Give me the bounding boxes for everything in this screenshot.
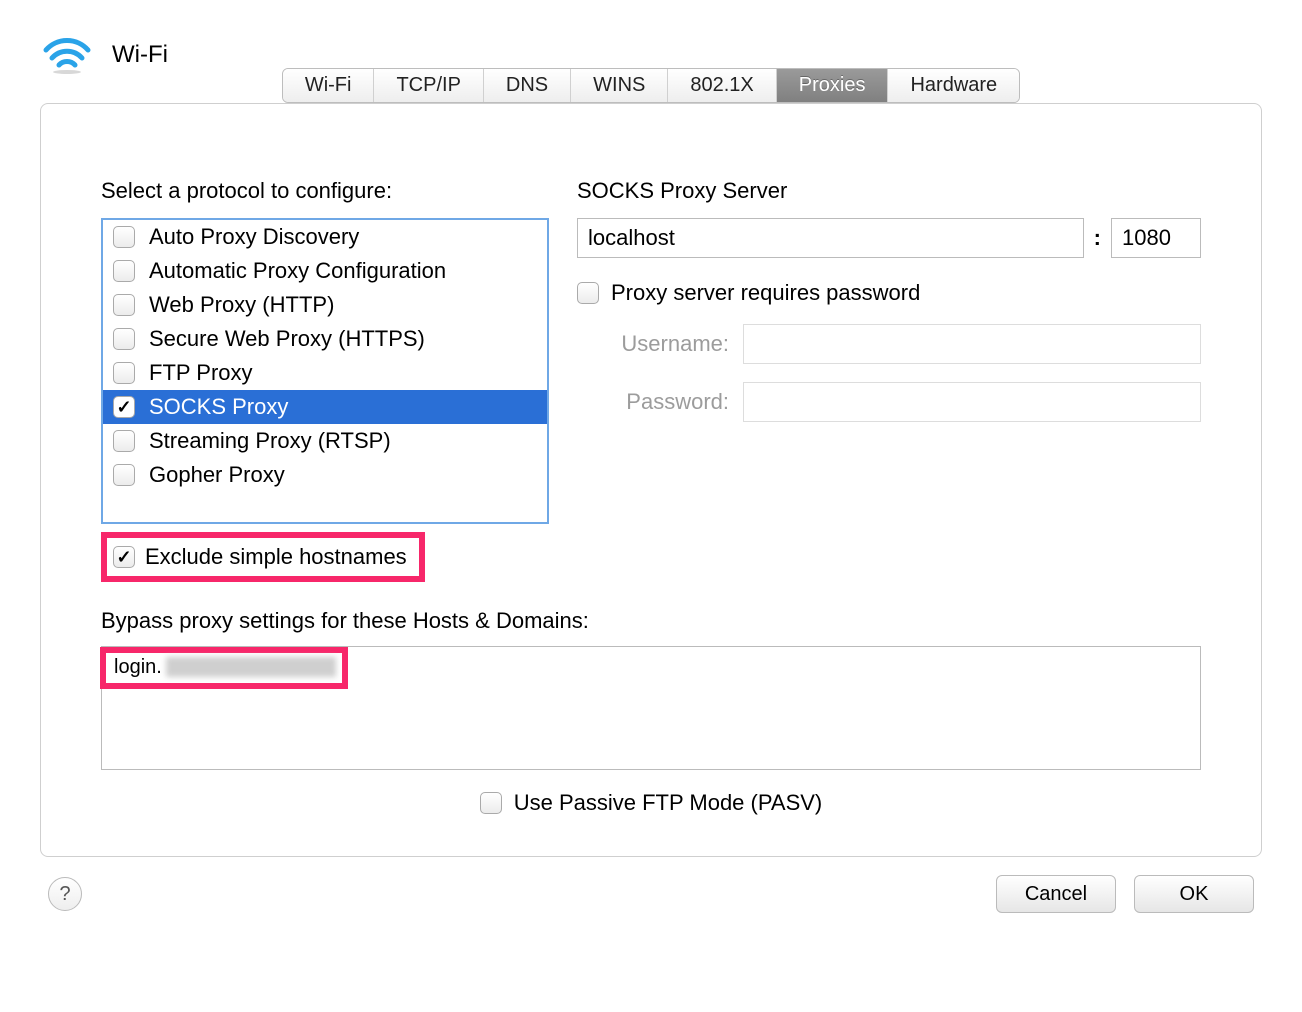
protocol-item[interactable]: Automatic Proxy Configuration [103,254,547,288]
protocol-checkbox[interactable] [113,260,135,282]
exclude-simple-hostnames-row[interactable]: Exclude simple hostnames [101,532,425,582]
protocol-checkbox[interactable] [113,226,135,248]
passive-ftp-label: Use Passive FTP Mode (PASV) [514,790,823,816]
exclude-simple-hostnames-checkbox[interactable] [113,546,135,568]
username-input [743,324,1201,364]
tab-hardware[interactable]: Hardware [888,69,1019,102]
proxy-server-heading: SOCKS Proxy Server [577,178,1201,204]
requires-password-label: Proxy server requires password [611,280,920,306]
protocol-list[interactable]: Auto Proxy Discovery Automatic Proxy Conf… [101,218,549,524]
page-title: Wi-Fi [112,41,168,69]
protocol-checkbox[interactable] [113,464,135,486]
passive-ftp-checkbox[interactable] [480,792,502,814]
protocol-item[interactable]: FTP Proxy [103,356,547,390]
tab-wins[interactable]: WINS [571,69,668,102]
username-label: Username: [577,331,729,357]
protocol-checkbox[interactable] [113,430,135,452]
bypass-textarea[interactable]: login. [101,646,1201,770]
help-icon: ? [59,883,70,906]
protocol-item[interactable]: SOCKS Proxy [103,390,547,424]
exclude-simple-hostnames-label: Exclude simple hostnames [145,544,407,570]
tab-8021x[interactable]: 802.1X [668,69,776,102]
tabbar: Wi-Fi TCP/IP DNS WINS 802.1X Proxies Har… [282,68,1020,103]
protocol-label: Web Proxy (HTTP) [149,292,334,318]
settings-panel: Select a protocol to configure: Auto Pro… [40,103,1262,857]
password-input [743,382,1201,422]
protocol-item[interactable]: Web Proxy (HTTP) [103,288,547,322]
tab-dns[interactable]: DNS [484,69,571,102]
proxy-host-input[interactable] [577,218,1084,258]
tab-wifi[interactable]: Wi-Fi [283,69,375,102]
bypass-entry-redacted [166,657,336,677]
bypass-entry-highlight: login. [100,647,348,689]
protocol-checkbox[interactable] [113,362,135,384]
bypass-entry-text: login. [106,656,162,679]
tab-proxies[interactable]: Proxies [777,69,889,102]
protocol-label: Auto Proxy Discovery [149,224,359,250]
help-button[interactable]: ? [48,877,82,911]
protocol-section-label: Select a protocol to configure: [101,178,549,204]
proxy-port-input[interactable] [1111,218,1201,258]
protocol-label: Secure Web Proxy (HTTPS) [149,326,425,352]
protocol-checkbox[interactable] [113,396,135,418]
protocol-checkbox[interactable] [113,294,135,316]
protocol-checkbox[interactable] [113,328,135,350]
protocol-label: FTP Proxy [149,360,253,386]
protocol-label: Automatic Proxy Configuration [149,258,446,284]
requires-password-checkbox[interactable] [577,282,599,304]
protocol-item[interactable]: Secure Web Proxy (HTTPS) [103,322,547,356]
protocol-label: SOCKS Proxy [149,394,288,420]
password-label: Password: [577,389,729,415]
host-port-separator: : [1092,225,1103,251]
protocol-item[interactable]: Gopher Proxy [103,458,547,492]
protocol-item[interactable]: Auto Proxy Discovery [103,220,547,254]
bypass-label: Bypass proxy settings for these Hosts & … [101,608,1201,634]
protocol-label: Gopher Proxy [149,462,285,488]
protocol-label: Streaming Proxy (RTSP) [149,428,391,454]
protocol-item[interactable]: Streaming Proxy (RTSP) [103,424,547,458]
tab-tcpip[interactable]: TCP/IP [374,69,483,102]
cancel-button[interactable]: Cancel [996,875,1116,913]
ok-button[interactable]: OK [1134,875,1254,913]
